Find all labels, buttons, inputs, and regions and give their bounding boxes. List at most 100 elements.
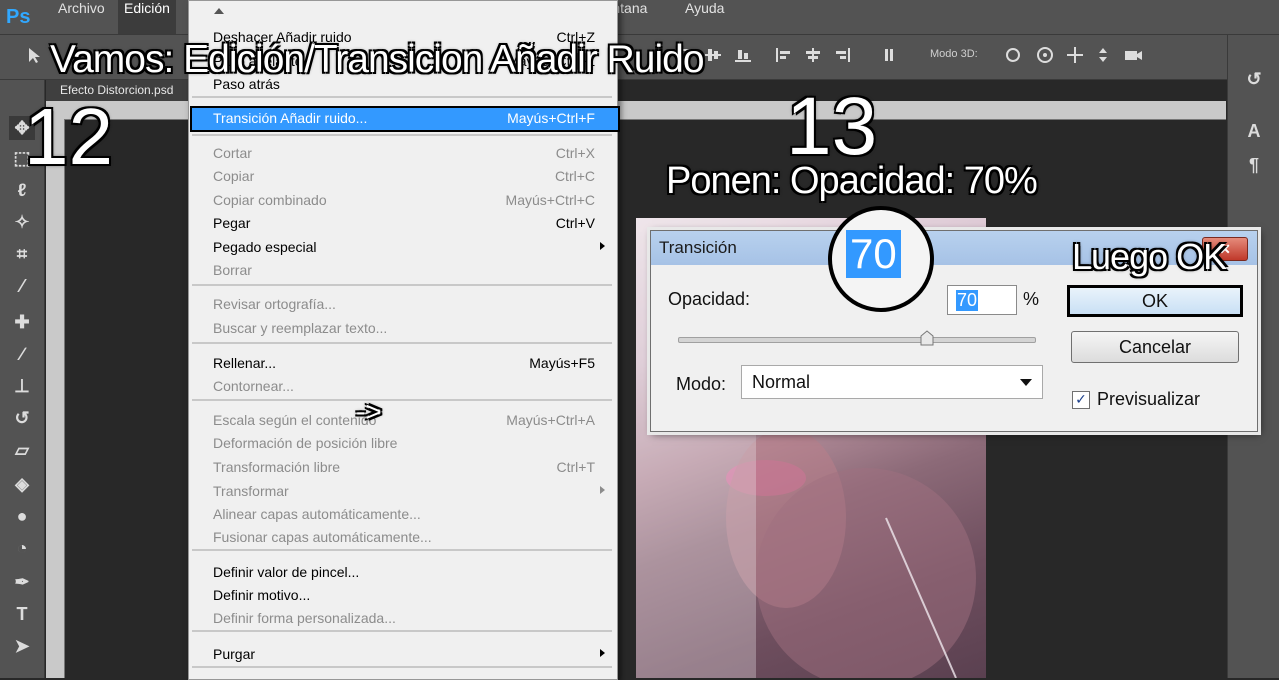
3d-rotate-icon[interactable] [1002, 45, 1024, 65]
menu-separator [192, 666, 612, 668]
menu-ayuda[interactable]: Ayuda [679, 0, 730, 34]
type-tool-icon[interactable]: T [9, 602, 35, 626]
menu-item-shortcut: Ctrl+C [554, 168, 595, 184]
menu-item-label: Deformación de posición libre [213, 435, 398, 451]
menu-item-label: Transformar [213, 483, 289, 499]
menu-separator [192, 284, 612, 286]
menu-item: Buscar y reemplazar texto... [213, 317, 599, 339]
move-tool-option-icon[interactable] [26, 45, 48, 65]
healing-tool-icon[interactable]: ✚ [9, 310, 35, 334]
opacity-slider-track[interactable] [678, 337, 1036, 343]
opacity-label: Opacidad: [668, 289, 751, 309]
menu-item-label: Copiar combinado [213, 192, 327, 208]
menu-separator [192, 549, 612, 551]
submenu-arrow-icon [600, 242, 605, 250]
menu-item: Transformación libre Ctrl+T [213, 456, 599, 478]
mode-select[interactable]: Normal [741, 365, 1043, 399]
menu-item-label: Rellenar... [213, 355, 277, 371]
blur-tool-icon[interactable]: ● [9, 504, 35, 528]
annotation-step12-number: 12 [24, 92, 113, 181]
menu-edicion[interactable]: Edición [118, 0, 176, 34]
menu-item-label: Revisar ortografía... [213, 296, 336, 312]
menu-item[interactable]: Pegado especial [213, 236, 605, 258]
menu-separator [192, 399, 612, 401]
menu-item[interactable]: Definir valor de pincel... [213, 561, 599, 583]
menu-item-label: Fusionar capas automáticamente... [213, 529, 432, 545]
ok-button[interactable]: OK [1067, 285, 1243, 317]
history-panel-icon[interactable]: ↺ [1242, 67, 1266, 91]
menu-separator [192, 96, 612, 98]
menu-item-shortcut: Ctrl+X [555, 145, 595, 161]
crop-tool-icon[interactable]: ⌗ [9, 242, 35, 266]
auto-align-icon[interactable] [880, 45, 902, 65]
menu-item-label: Pegar [213, 215, 251, 231]
vertical-ruler [46, 119, 65, 678]
menu-item-label: Buscar y reemplazar texto... [213, 320, 388, 336]
menu-item-label: Definir motivo... [213, 587, 311, 603]
align-vcenter-icon[interactable] [702, 45, 724, 65]
submenu-arrow-icon [600, 649, 605, 657]
cancel-button[interactable]: Cancelar [1071, 331, 1239, 363]
mode-3d-label: Modo 3D: [930, 48, 978, 60]
menu-archivo[interactable]: Archivo [52, 0, 111, 34]
menu-item: Definir forma personalizada... [213, 607, 599, 629]
distribute-center-icon[interactable] [802, 45, 824, 65]
stamp-tool-icon[interactable]: ⊥ [9, 374, 35, 398]
menu-item[interactable]: Purgar [213, 643, 605, 665]
menu-item-label: Purgar [213, 646, 256, 662]
pen-tool-icon[interactable]: ✒ [9, 570, 35, 594]
menu-item: Fusionar capas automáticamente... [213, 526, 599, 548]
magic-wand-tool-icon[interactable]: ✧ [9, 210, 35, 234]
eyedropper-tool-icon[interactable]: ⁄ [9, 274, 35, 298]
preview-checkbox[interactable]: ✓ [1072, 391, 1090, 409]
menu-item-label: Definir forma personalizada... [213, 610, 396, 626]
menu-item-label: Definir valor de pincel... [213, 564, 360, 580]
menu-item[interactable]: Definir motivo... [213, 584, 599, 606]
menu-item: Transformar [213, 480, 605, 502]
menu-item: Escala según el contenido Mayús+Ctrl+A [213, 409, 599, 431]
dodge-tool-icon[interactable]: ◔ [9, 536, 35, 560]
character-panel-icon[interactable]: A [1242, 119, 1266, 143]
eraser-tool-icon[interactable]: ▱ [9, 438, 35, 462]
paint-bucket-tool-icon[interactable]: ◈ [9, 472, 35, 496]
annotation-ok-text: Luego OK [1072, 236, 1227, 277]
3d-roll-icon[interactable] [1034, 45, 1056, 65]
menu-item: Copiar Ctrl+C [213, 165, 599, 187]
align-bottom-icon[interactable] [732, 45, 754, 65]
menu-item: Deformación de posición libre [213, 432, 599, 454]
menu-separator [192, 630, 612, 632]
opacity-slider-thumb[interactable] [920, 330, 934, 346]
menu-item: Cortar Ctrl+X [213, 142, 599, 164]
menu-item: Alinear capas automáticamente... [213, 503, 599, 525]
menu-item-label: Alinear capas automáticamente... [213, 506, 421, 522]
menu-item-label: Contornear... [213, 378, 294, 394]
menu-item-shortcut: Ctrl+T [556, 459, 596, 475]
menu-item[interactable]: Pegar Ctrl+V [213, 212, 599, 234]
paragraph-panel-icon[interactable]: ¶ [1242, 153, 1266, 177]
menu-item-shortcut: Mayús+F5 [529, 355, 595, 371]
menu-item[interactable]: Rellenar... Mayús+F5 [213, 352, 599, 374]
preview-label: Previsualizar [1097, 389, 1201, 409]
history-brush-tool-icon[interactable]: ↺ [9, 406, 35, 430]
menu-item-label: Transformación libre [213, 459, 341, 475]
annotation-step12-text: Vamos: Edición/Transicion Añadir Ruido [50, 38, 705, 81]
menu-separator [192, 134, 612, 136]
menu-item[interactable]: Transición Añadir ruido... Mayús+Ctrl+F [213, 107, 599, 129]
3d-pan-icon[interactable] [1064, 45, 1086, 65]
brush-tool-icon[interactable]: ∕ [9, 342, 35, 366]
distribute-right-icon[interactable] [832, 45, 854, 65]
menu-item: Copiar combinado Mayús+Ctrl+C [213, 189, 599, 211]
distribute-left-icon[interactable] [772, 45, 794, 65]
opacity-input[interactable]: 70 [947, 285, 1017, 315]
3d-camera-icon[interactable] [1122, 45, 1144, 65]
menu-item-shortcut: Mayús+Ctrl+A [506, 412, 595, 428]
submenu-arrow-icon [600, 486, 605, 494]
menu-item-shortcut: Mayús+Ctrl+F [507, 110, 595, 126]
menu-scroll-up-icon[interactable] [214, 8, 224, 14]
menu-item: Contornear... [213, 375, 599, 397]
photoshop-logo: Ps [6, 6, 31, 28]
menu-item-label: Pegado especial [213, 239, 317, 255]
path-selection-tool-icon[interactable]: ➤ [9, 634, 35, 658]
opacity-unit: % [1023, 289, 1040, 309]
3d-slide-icon[interactable] [1092, 45, 1114, 65]
